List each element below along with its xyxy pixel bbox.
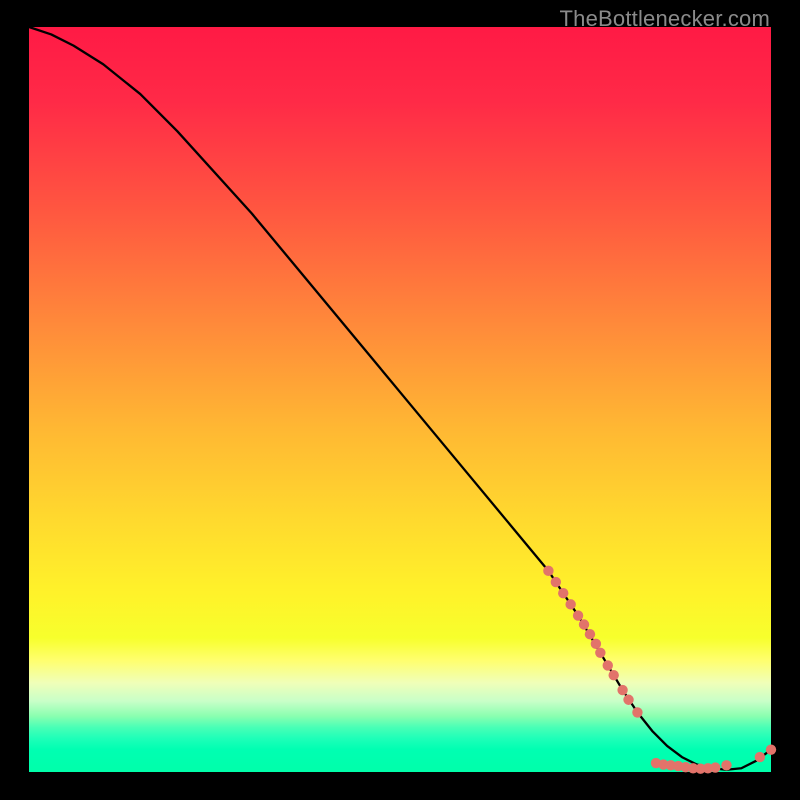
chart-frame: TheBottlenecker.com bbox=[0, 0, 800, 800]
data-marker bbox=[543, 566, 553, 576]
plot-area bbox=[29, 27, 771, 772]
data-marker bbox=[623, 695, 633, 705]
data-marker bbox=[721, 760, 731, 770]
bottleneck-curve bbox=[29, 27, 771, 770]
data-marker bbox=[565, 599, 575, 609]
data-marker bbox=[573, 610, 583, 620]
data-marker bbox=[558, 588, 568, 598]
data-marker bbox=[603, 660, 613, 670]
data-marker bbox=[710, 762, 720, 772]
data-marker bbox=[609, 670, 619, 680]
data-marker bbox=[632, 707, 642, 717]
data-marker bbox=[585, 629, 595, 639]
data-marker bbox=[766, 744, 776, 754]
data-marker bbox=[755, 752, 765, 762]
watermark-text: TheBottlenecker.com bbox=[560, 6, 770, 32]
curve-svg bbox=[29, 27, 771, 772]
marker-group bbox=[543, 566, 776, 774]
data-marker bbox=[591, 639, 601, 649]
data-marker bbox=[595, 648, 605, 658]
data-marker bbox=[579, 619, 589, 629]
data-marker bbox=[617, 685, 627, 695]
data-marker bbox=[551, 577, 561, 587]
